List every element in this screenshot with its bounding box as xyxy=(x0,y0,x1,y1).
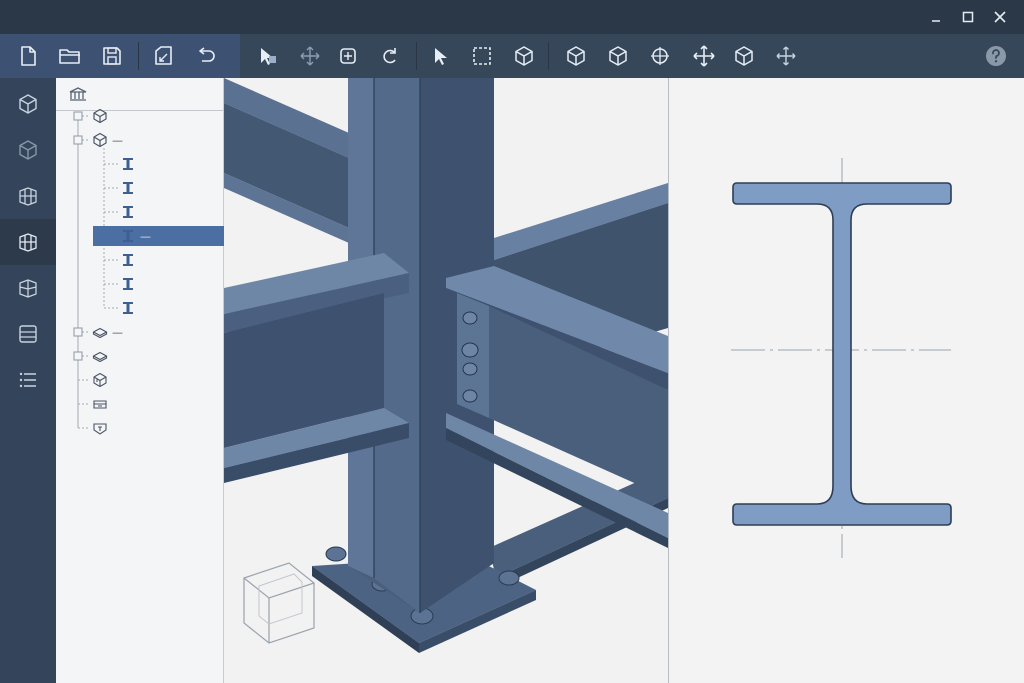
pan-icon[interactable] xyxy=(688,40,720,72)
toolbar-divider xyxy=(138,42,139,70)
i-beam-icon xyxy=(120,156,136,172)
undo-icon[interactable] xyxy=(190,40,222,72)
tree-item-label: — xyxy=(140,229,151,243)
i-beam-icon xyxy=(120,228,136,244)
tree-item[interactable]: — xyxy=(92,322,212,342)
box-component-icon xyxy=(92,372,108,388)
view-top-icon[interactable] xyxy=(728,40,760,72)
tree-item[interactable]: — xyxy=(93,226,244,246)
i-beam-icon xyxy=(120,276,136,292)
list-icon[interactable] xyxy=(0,357,56,403)
toolbar-divider xyxy=(548,42,549,70)
tree-item[interactable] xyxy=(92,106,212,126)
frame-icon[interactable] xyxy=(0,173,56,219)
tree-item[interactable] xyxy=(120,250,240,270)
rotate-icon[interactable] xyxy=(374,40,406,72)
tree-item[interactable] xyxy=(120,274,240,294)
i-beam-icon xyxy=(120,300,136,316)
open-folder-icon[interactable] xyxy=(54,40,86,72)
tree-item[interactable] xyxy=(120,154,240,174)
plate-icon xyxy=(92,348,108,364)
tree-item-label: — xyxy=(112,325,123,339)
select-object-icon[interactable] xyxy=(252,40,284,72)
model-viewport[interactable] xyxy=(224,78,668,683)
left-nav-rail xyxy=(0,78,56,683)
save-as-icon[interactable] xyxy=(148,40,180,72)
connection-plate xyxy=(457,293,489,418)
model-outline-icon[interactable] xyxy=(0,127,56,173)
maximize-icon[interactable] xyxy=(954,5,982,29)
minimize-icon[interactable] xyxy=(922,5,950,29)
section-profile-view xyxy=(669,78,1024,683)
tree-expander xyxy=(73,135,83,145)
tree-item[interactable] xyxy=(92,394,212,414)
orbit-icon[interactable] xyxy=(770,40,802,72)
tree-item[interactable] xyxy=(92,346,212,366)
tree-item-label: — xyxy=(112,133,123,147)
tree-item[interactable] xyxy=(92,370,212,390)
i-beam-icon xyxy=(120,180,136,196)
box-select-icon[interactable] xyxy=(466,40,498,72)
i-beam-icon xyxy=(120,204,136,220)
connector-component-icon xyxy=(92,420,108,436)
view-cube-icon[interactable] xyxy=(243,562,315,644)
title-bar xyxy=(0,0,1024,34)
close-icon[interactable] xyxy=(986,5,1014,29)
cube-icon xyxy=(92,132,108,148)
tray-component-icon xyxy=(92,396,108,412)
help-icon[interactable] xyxy=(980,40,1012,72)
new-file-icon[interactable] xyxy=(12,40,44,72)
model-cube-icon[interactable] xyxy=(0,81,56,127)
plate-icon xyxy=(92,324,108,340)
i-beam-section xyxy=(732,182,952,526)
tree-item[interactable]: — xyxy=(92,130,212,150)
pointer-icon[interactable] xyxy=(424,40,456,72)
background-beam-upper xyxy=(224,78,349,243)
cube-icon[interactable] xyxy=(508,40,540,72)
tree-expander xyxy=(73,351,83,361)
main-toolbar xyxy=(0,34,1024,79)
save-icon[interactable] xyxy=(96,40,128,72)
section-icon[interactable] xyxy=(0,265,56,311)
move-icon[interactable] xyxy=(294,40,326,72)
cube-icon xyxy=(92,108,108,124)
tree-item[interactable] xyxy=(120,178,240,198)
i-beam-icon xyxy=(120,252,136,268)
snap-icon[interactable] xyxy=(332,40,364,72)
layers-icon[interactable] xyxy=(0,311,56,357)
window-controls xyxy=(922,5,1014,29)
crosshair-icon[interactable] xyxy=(644,40,676,72)
tree-expander xyxy=(73,111,83,121)
tree-item[interactable] xyxy=(120,298,240,318)
tree-expander xyxy=(73,327,83,337)
tree-item[interactable] xyxy=(92,418,212,438)
view-iso-icon[interactable] xyxy=(560,40,592,72)
tree-item[interactable] xyxy=(120,202,240,222)
view-front-icon[interactable] xyxy=(602,40,634,72)
frame-active-icon[interactable] xyxy=(0,219,56,265)
toolbar-divider xyxy=(416,42,417,70)
model-tree-panel: — — — xyxy=(56,78,244,683)
